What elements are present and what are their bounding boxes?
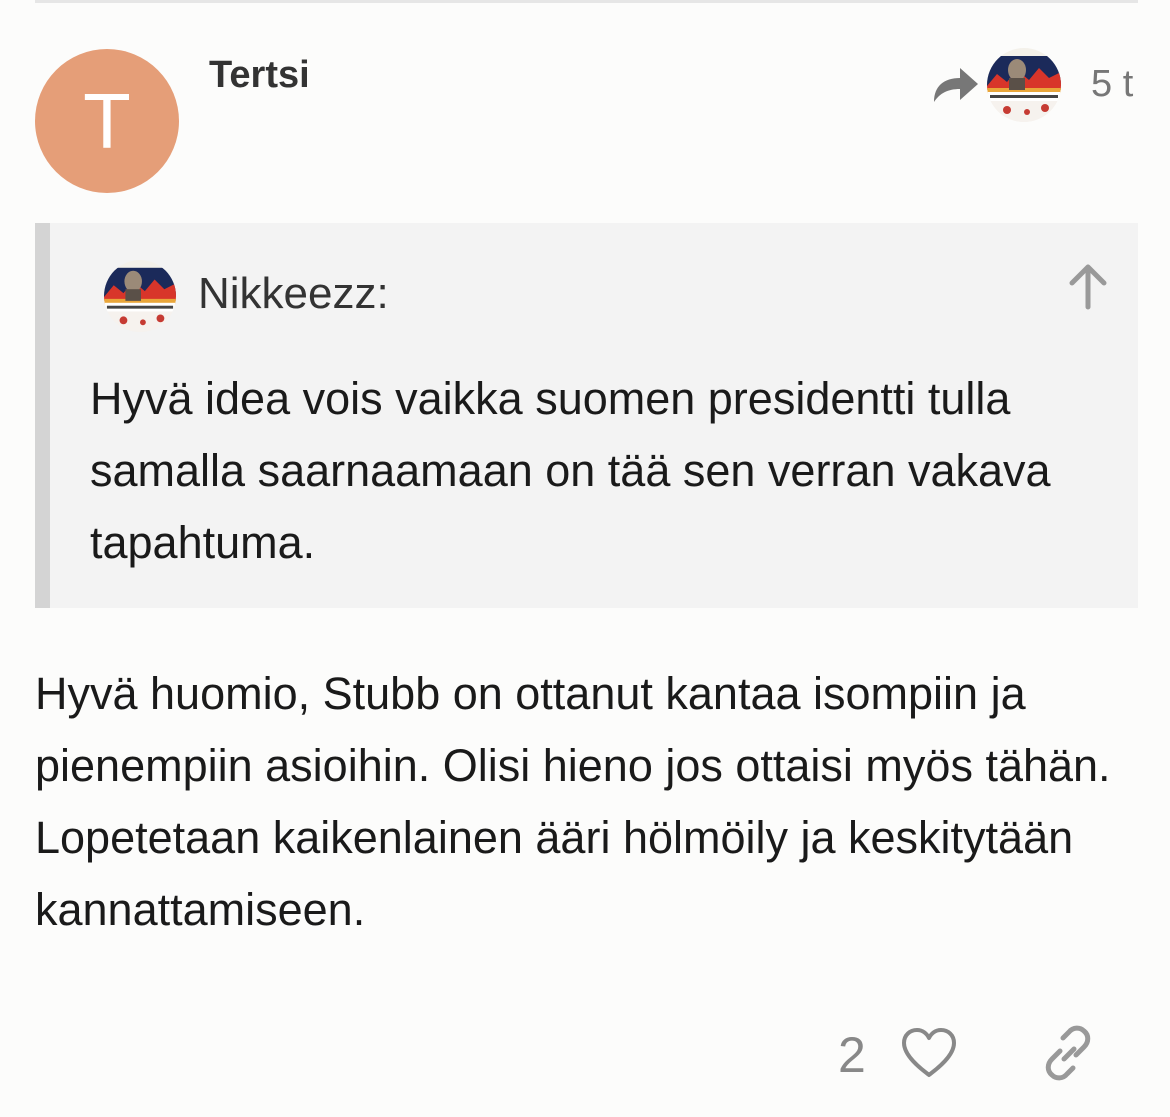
heart-icon[interactable] <box>900 1027 958 1079</box>
link-icon[interactable] <box>1040 1025 1096 1081</box>
like-count[interactable]: 2 <box>838 1026 866 1084</box>
user-avatar[interactable]: T <box>35 49 179 193</box>
quote-username[interactable]: Nikkeezz: <box>198 269 389 319</box>
reply-to-icon[interactable] <box>932 64 980 106</box>
quote-avatar[interactable] <box>104 260 176 332</box>
arrow-up-icon[interactable] <box>1066 263 1110 311</box>
post-body: Hyvä huomio, Stubb on ottanut kantaa iso… <box>35 668 1111 935</box>
post-username[interactable]: Tertsi <box>209 54 310 97</box>
quote-text: Hyvä idea vois vaikka suomen presidentti… <box>90 373 1051 568</box>
post-date[interactable]: 5 t <box>1091 63 1133 106</box>
reply-to-avatar[interactable] <box>987 48 1061 122</box>
quote-block: Nikkeezz: Hyvä idea vois vaikka suomen p… <box>35 223 1138 608</box>
post-divider <box>35 0 1138 3</box>
